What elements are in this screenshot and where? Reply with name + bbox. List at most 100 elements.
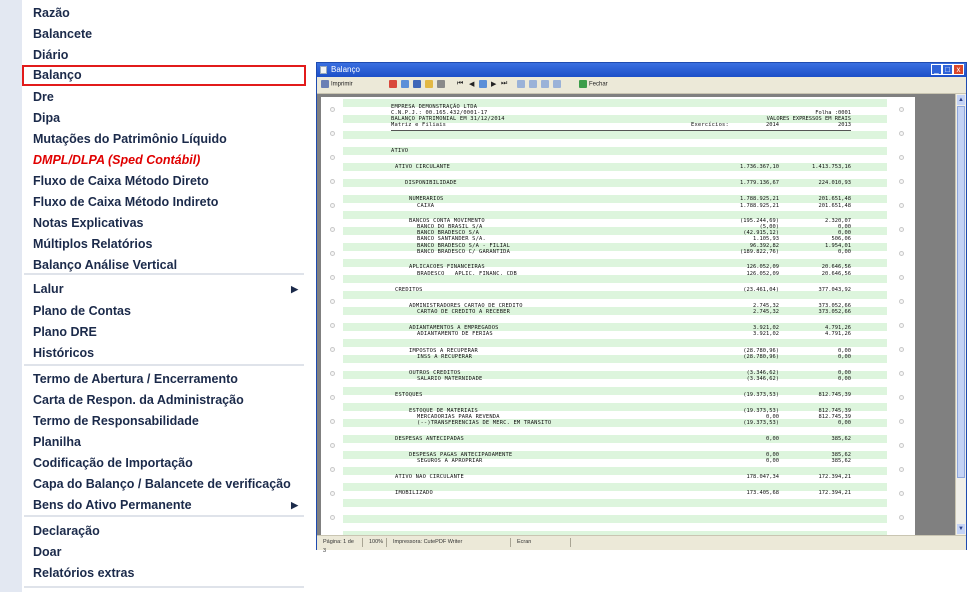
- sprocket-hole: [899, 227, 904, 232]
- export-button[interactable]: [401, 80, 411, 89]
- menu-item-label: Balanço Análise Vertical: [33, 258, 178, 272]
- sprocket-hole: [330, 443, 335, 448]
- scissors-button[interactable]: [437, 80, 447, 89]
- value-previous-year: 1.413.753,16: [812, 164, 851, 170]
- menu-item-declaracao[interactable]: Declaração: [22, 521, 306, 542]
- menu-item-relatorios-extras[interactable]: Relatórios extras: [22, 563, 306, 584]
- zoom-out-button[interactable]: [541, 80, 551, 89]
- zoom-in-button[interactable]: [529, 80, 539, 89]
- menu-item-historicos[interactable]: Históricos: [22, 343, 306, 364]
- menu-item-doar[interactable]: Doar: [22, 542, 306, 563]
- status-zoom: 100%: [365, 538, 387, 547]
- zoom-page-button[interactable]: [517, 80, 527, 89]
- value-current-year: 0,00: [766, 436, 779, 442]
- menu-item-label: Dre: [33, 90, 54, 104]
- menu-item-razao[interactable]: Razão: [22, 3, 306, 24]
- menu-item-termo-de-responsabilidade[interactable]: Termo de Responsabilidade: [22, 411, 306, 432]
- menu-item-label: Termo de Responsabilidade: [33, 414, 199, 428]
- menu-item-dmpl-dlpa-sped-contabil[interactable]: DMPL/DLPA (Sped Contábil): [22, 150, 306, 171]
- sprocket-hole: [899, 107, 904, 112]
- account-label: BANCO BRADESCO C/ GARANTIDA: [417, 249, 511, 255]
- menu-item-plano-de-contas[interactable]: Plano de Contas: [22, 301, 306, 322]
- folder-button[interactable]: [425, 80, 435, 89]
- value-previous-year: 4.791,26: [825, 331, 851, 337]
- first-page-button[interactable]: ⏮: [457, 80, 463, 89]
- menu-item-notas-explicativas[interactable]: Notas Explicativas: [22, 213, 306, 234]
- menu-separator: [24, 515, 304, 517]
- sprocket-hole: [330, 347, 335, 352]
- menu-item-multiplos-relatorios[interactable]: Múltiplos Relatórios: [22, 234, 306, 255]
- value-previous-year: 172.394,21: [818, 490, 851, 496]
- menu-item-dipa[interactable]: Dipa: [22, 108, 306, 129]
- report-page: EMPRESA DEMONSTRAÇÃO LTDA C.N.P.J.: 00.1…: [321, 97, 915, 535]
- close-preview-button[interactable]: Fechar: [579, 80, 608, 89]
- sprocket-hole: [899, 131, 904, 136]
- vertical-scrollbar[interactable]: ▲ ▼: [955, 94, 966, 535]
- menu-item-codificacao-de-importacao[interactable]: Codificação de Importação: [22, 453, 306, 474]
- menu-item-balancete[interactable]: Balancete: [22, 24, 306, 45]
- value-current-year: 3.921,02: [753, 331, 779, 337]
- account-label: SEGUROS A APROPRIAR: [417, 458, 483, 464]
- next-page-button[interactable]: ▶: [491, 80, 496, 89]
- sprocket-hole: [330, 395, 335, 400]
- prev-page-button[interactable]: ◀: [469, 80, 474, 89]
- minimize-icon[interactable]: _: [931, 64, 942, 75]
- value-previous-year: 0,00: [838, 376, 851, 382]
- account-label: NUMERARIOS: [409, 196, 444, 202]
- report-scope: Matriz e Filiais: [391, 122, 447, 128]
- value-previous-year: 0,00: [838, 354, 851, 360]
- menu-item-termo-de-abertura-encerramento[interactable]: Termo de Abertura / Encerramento: [22, 369, 306, 390]
- menu-item-label: Carta de Respon. da Administração: [33, 393, 244, 407]
- last-page-button[interactable]: ⏭: [501, 80, 507, 89]
- menu-item-plano-dre[interactable]: Plano DRE: [22, 322, 306, 343]
- scroll-thumb[interactable]: [957, 106, 965, 478]
- menu-item-diario[interactable]: Diário: [22, 45, 306, 66]
- sprocket-hole: [899, 179, 904, 184]
- zoom-width-button[interactable]: [553, 80, 563, 89]
- page-button[interactable]: [479, 80, 489, 89]
- disk-button[interactable]: [413, 80, 423, 89]
- sprocket-hole: [899, 443, 904, 448]
- save-button[interactable]: [389, 80, 399, 89]
- value-previous-year: 172.394,21: [818, 474, 851, 480]
- account-label: CREDITOS: [395, 287, 423, 293]
- menu-item-capa-do-balanco-balancete-de-verificacao[interactable]: Capa do Balanço / Balancete de verificaç…: [22, 474, 306, 495]
- menu-item-mutacoes-do-patrimonio-liquido[interactable]: Mutações do Patrimônio Líquido: [22, 129, 306, 150]
- printer-icon: [321, 80, 329, 88]
- menu-item-label: Históricos: [33, 346, 95, 360]
- sprocket-hole: [330, 131, 335, 136]
- print-button[interactable]: Imprimir: [321, 80, 353, 89]
- value-current-year: (19.373,53): [743, 392, 779, 398]
- sprocket-hole: [330, 323, 335, 328]
- window-titlebar[interactable]: Balanço _ □ x: [317, 63, 966, 77]
- scroll-up-icon[interactable]: ▲: [957, 95, 965, 105]
- close-icon[interactable]: x: [953, 64, 964, 75]
- account-label: ATIVO CIRCULANTE: [395, 164, 451, 170]
- menu-item-label: Plano DRE: [33, 325, 97, 339]
- menu-item-carta-de-respon-da-administracao[interactable]: Carta de Respon. da Administração: [22, 390, 306, 411]
- menu-item-bens-do-ativo-permanente[interactable]: Bens do Ativo Permanente ▶: [22, 495, 306, 516]
- menu-item-label: Fluxo de Caixa Método Direto: [33, 174, 209, 188]
- report-viewport[interactable]: EMPRESA DEMONSTRAÇÃO LTDA C.N.P.J.: 00.1…: [317, 94, 955, 535]
- scroll-down-icon[interactable]: ▼: [957, 524, 965, 534]
- menu-separator: [24, 586, 304, 588]
- menu-item-dre[interactable]: Dre: [22, 87, 306, 108]
- menu-item-fluxo-de-caixa-metodo-indireto[interactable]: Fluxo de Caixa Método Indireto: [22, 192, 306, 213]
- menu-item-fluxo-de-caixa-metodo-direto[interactable]: Fluxo de Caixa Método Direto: [22, 171, 306, 192]
- account-label: DISPONIBILIDADE: [405, 180, 457, 186]
- sprocket-hole: [899, 275, 904, 280]
- account-label: APLICACOES FINANCEIRAS: [409, 264, 485, 270]
- menu-item-planilha[interactable]: Planilha: [22, 432, 306, 453]
- value-current-year: (19.373,53): [743, 420, 779, 426]
- account-label: SALARIO MATERNIDADE: [417, 376, 483, 382]
- sprocket-hole: [330, 155, 335, 160]
- value-current-year: (3.346,62): [746, 376, 779, 382]
- status-page: Página: 1 de 3: [319, 538, 363, 554]
- menu-item-label: DMPL/DLPA (Sped Contábil): [33, 153, 201, 167]
- maximize-icon[interactable]: □: [942, 64, 953, 75]
- sprocket-hole: [330, 299, 335, 304]
- account-label: IMOBILIZADO: [395, 490, 433, 496]
- menu-item-lalur[interactable]: Lalur ▶: [22, 279, 306, 300]
- menu-item-balanco[interactable]: Balanço: [22, 65, 306, 86]
- value-current-year: 1.788.925,21: [740, 203, 779, 209]
